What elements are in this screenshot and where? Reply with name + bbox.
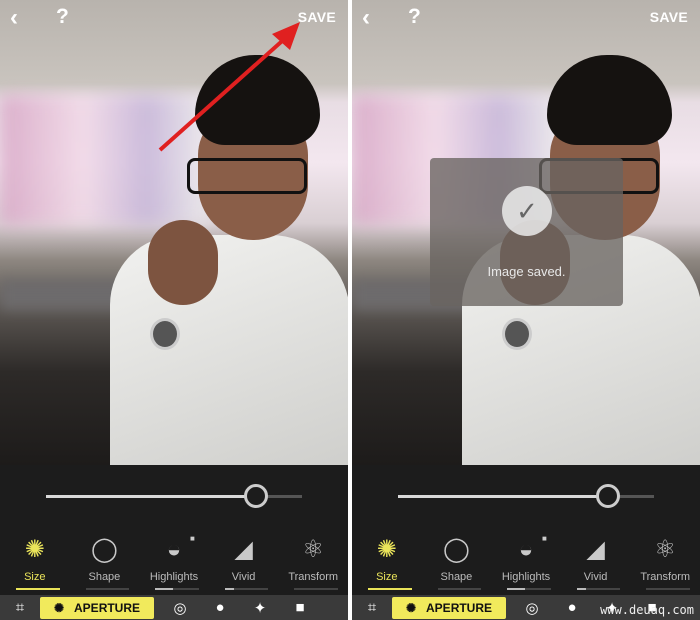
tool-level-bar	[16, 588, 60, 590]
screen-after-save: ‹ ? SAVE ✺ Size ◯ Shape ◒ ■ Highlights ◢ Vivid ⚛ T…	[352, 0, 700, 620]
aperture-size-slider[interactable]	[46, 484, 302, 508]
crop-icon[interactable]: ⌗	[0, 599, 40, 616]
atom-icon: ⚛	[654, 536, 676, 563]
crop-icon[interactable]: ⌗	[352, 599, 392, 616]
slider-fill	[46, 495, 256, 498]
tool-label: Shape	[88, 571, 121, 583]
save-button[interactable]: SAVE	[650, 9, 688, 25]
bottom-toolbar: ⌗ ✺ APERTURE ◎ ● ✦ ■	[0, 595, 348, 620]
tool-label: Highlights	[501, 571, 551, 583]
tool-level-fill	[155, 588, 173, 590]
aperture-size-slider[interactable]	[398, 484, 654, 508]
person-shirt	[110, 235, 348, 465]
aperture-icon: ✺	[53, 600, 65, 615]
tool-label: Highlights	[149, 571, 199, 583]
lightbulb-icon[interactable]: ●	[200, 599, 240, 616]
highlights-icon: ◒	[166, 536, 182, 563]
aperture-tab[interactable]: ✺ APERTURE	[40, 596, 154, 619]
brush-icon[interactable]: ■	[280, 599, 320, 616]
help-button[interactable]: ?	[408, 5, 421, 29]
toast-message: Image saved.	[487, 264, 566, 279]
atom-icon: ⚛	[302, 536, 324, 563]
tool-label: Vivid	[583, 571, 608, 583]
tool-level-bar	[155, 588, 199, 590]
tool-label: Transform	[640, 571, 691, 583]
watermark: www.deuaq.com	[600, 603, 694, 617]
aperture-label: APERTURE	[426, 600, 493, 615]
tool-vivid[interactable]: ◢ Vivid	[561, 535, 631, 591]
tool-level-bar	[646, 588, 690, 590]
lightbulb-icon[interactable]: ●	[552, 599, 592, 616]
tool-highlights[interactable]: ◒ ■ Highlights	[491, 534, 561, 591]
lock-icon: ■	[541, 534, 547, 543]
person-watch	[502, 318, 532, 350]
tool-vivid[interactable]: ◢ Vivid	[209, 535, 279, 591]
aperture-icon: ✺	[24, 536, 45, 563]
paint-bucket-icon: ◢	[234, 536, 253, 563]
tool-label: Shape	[440, 571, 473, 583]
person-hand	[148, 220, 218, 305]
magic-wand-icon[interactable]: ✦	[240, 599, 280, 617]
aperture-label: APERTURE	[74, 600, 141, 615]
tool-level-bar	[294, 588, 338, 590]
tool-level-bar	[437, 588, 482, 590]
tool-level-fill	[224, 588, 234, 590]
highlights-icon: ◒	[518, 536, 534, 563]
tool-level-fill	[576, 588, 586, 590]
tool-shape[interactable]: ◯ Shape	[422, 535, 492, 591]
tool-transform[interactable]: ⚛ Transform	[630, 535, 700, 591]
circle-icon: ◯	[442, 536, 470, 563]
tool-transform[interactable]: ⚛ Transform	[278, 535, 348, 591]
tool-level-bar	[507, 588, 551, 590]
slider-knob[interactable]	[243, 484, 268, 508]
tool-size[interactable]: ✺ Size	[0, 535, 70, 591]
checkmark-icon: ✓	[502, 186, 552, 236]
aperture-icon: ✺	[405, 600, 417, 615]
tool-label: Transform	[288, 571, 339, 583]
tool-level-fill	[16, 588, 60, 590]
tool-label: Vivid	[231, 571, 256, 583]
person-hair	[547, 55, 672, 145]
tool-label: Size	[376, 571, 398, 583]
tool-level-bar	[576, 588, 621, 590]
aperture-icon: ✺	[376, 536, 397, 563]
tool-size[interactable]: ✺ Size	[352, 535, 422, 591]
lock-icon: ■	[189, 534, 195, 543]
tool-level-bar	[85, 588, 130, 590]
tool-options: ✺ Size ◯ Shape ◒ ■ Highlights ◢ Vivid ⚛ Transform	[0, 534, 348, 591]
annotation-arrow	[158, 22, 300, 152]
aperture-tab[interactable]: ✺ APERTURE	[392, 596, 506, 619]
tool-highlights[interactable]: ◒ ■ Highlights	[139, 534, 209, 591]
paint-bucket-icon: ◢	[586, 536, 605, 563]
lens-icon[interactable]: ◎	[512, 599, 552, 617]
tool-label: Size	[24, 571, 46, 583]
tool-level-bar	[368, 588, 412, 590]
chevron-left-icon[interactable]: ‹	[362, 4, 370, 32]
image-saved-toast: ✓ Image saved.	[430, 158, 623, 306]
slider-fill	[398, 495, 608, 498]
tool-options: ✺ Size ◯ Shape ◒ ■ Highlights ◢ Vivid ⚛ Transform	[352, 534, 700, 591]
lens-icon[interactable]: ◎	[160, 599, 200, 617]
screen-before-save: ‹ ? SAVE ✺ Size ◯ Shape ◒ ■ Highlights ◢ Vivid ⚛ T…	[0, 0, 348, 620]
circle-icon: ◯	[90, 536, 118, 563]
tool-level-fill	[507, 588, 525, 590]
tool-level-fill	[368, 588, 412, 590]
slider-knob[interactable]	[595, 484, 620, 508]
tool-shape[interactable]: ◯ Shape	[70, 535, 140, 591]
person-watch	[150, 318, 180, 350]
tool-level-bar	[224, 588, 269, 590]
top-bar: ‹ ? SAVE	[352, 0, 700, 36]
